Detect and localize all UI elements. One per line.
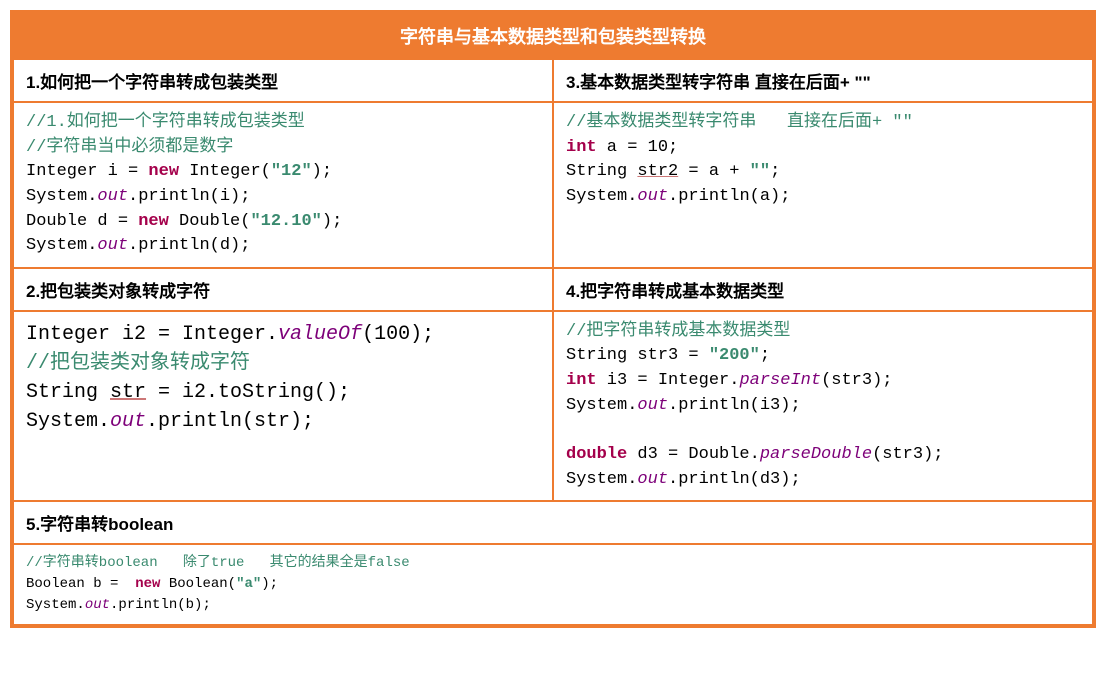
keyword: new [135, 576, 160, 592]
code-text: i3 = Integer. [597, 371, 740, 390]
code-text: = i2.toString(); [146, 381, 350, 404]
identifier: valueOf [278, 323, 362, 346]
string-literal: "a" [236, 576, 261, 592]
comment: false [368, 555, 410, 571]
section-2-code: Integer i2 = Integer.valueOf(100); //把包装… [13, 311, 553, 501]
variable: str [110, 381, 146, 404]
comment: //字符串当中必须都是数字 [26, 138, 233, 157]
content-grid: 1.如何把一个字符串转成包装类型 3.基本数据类型转字符串 直接在后面+ "" … [13, 59, 1093, 625]
code-text: Integer i = [26, 162, 148, 181]
identifier: out [97, 187, 128, 206]
code-text: .println(b); [110, 597, 211, 613]
document-container: 字符串与基本数据类型和包装类型转换 1.如何把一个字符串转成包装类型 3.基本数… [10, 10, 1096, 628]
section-4-heading: 4.把字符串转成基本数据类型 [553, 268, 1093, 311]
section-1-heading: 1.如何把一个字符串转成包装类型 [13, 59, 553, 102]
comment: //基本数据类型转字符串 直接在后面+ "" [566, 113, 913, 132]
code-text: System. [566, 470, 637, 489]
code-text: Boolean( [160, 576, 236, 592]
code-text: String [26, 381, 110, 404]
code-text: .println(a); [668, 187, 790, 206]
code-text: .println(d); [128, 236, 250, 255]
string-literal: "12" [271, 162, 312, 181]
identifier: out [110, 410, 146, 433]
code-block: //1.如何把一个字符串转成包装类型 //字符串当中必须都是数字 Integer… [26, 111, 540, 259]
comment: //1.如何把一个字符串转成包装类型 [26, 113, 305, 132]
keyword: int [566, 371, 597, 390]
code-block: //把字符串转成基本数据类型 String str3 = "200"; int … [566, 320, 1080, 492]
string-literal: "200" [709, 346, 760, 365]
identifier: parseInt [739, 371, 821, 390]
identifier: parseDouble [760, 445, 872, 464]
code-text: (str3); [821, 371, 892, 390]
identifier: out [637, 396, 668, 415]
section-3-heading: 3.基本数据类型转字符串 直接在后面+ "" [553, 59, 1093, 102]
code-text: a = 10; [597, 138, 679, 157]
code-text: .println(i3); [668, 396, 801, 415]
keyword: new [138, 212, 169, 231]
document-title: 字符串与基本数据类型和包装类型转换 [13, 13, 1093, 59]
section-4-code: //把字符串转成基本数据类型 String str3 = "200"; int … [553, 311, 1093, 501]
code-text: Double d = [26, 212, 138, 231]
code-text: (100); [362, 323, 434, 346]
code-text: Double( [169, 212, 251, 231]
code-text: System. [566, 187, 637, 206]
keyword: new [148, 162, 179, 181]
code-text: Integer i2 = Integer. [26, 323, 278, 346]
code-text: .println(str); [146, 410, 314, 433]
code-text: System. [566, 396, 637, 415]
keyword: double [566, 445, 627, 464]
code-text: .println(d3); [668, 470, 801, 489]
code-text: ); [312, 162, 332, 181]
code-block: Integer i2 = Integer.valueOf(100); //把包装… [26, 320, 540, 436]
keyword: int [566, 138, 597, 157]
code-text: Integer( [179, 162, 271, 181]
code-text: .println(i); [128, 187, 250, 206]
code-text: ; [760, 346, 770, 365]
code-text: String str3 = [566, 346, 709, 365]
identifier: out [97, 236, 128, 255]
string-literal: "12.10" [250, 212, 321, 231]
code-text: System. [26, 187, 97, 206]
section-5-code: //字符串转boolean 除了true 其它的结果全是false Boolea… [13, 544, 1093, 625]
code-text: System. [26, 410, 110, 433]
section-3-code: //基本数据类型转字符串 直接在后面+ "" int a = 10; Strin… [553, 102, 1093, 268]
identifier: out [637, 470, 668, 489]
comment: //把字符串转成基本数据类型 [566, 322, 790, 341]
code-text: d3 = Double. [627, 445, 760, 464]
code-text: System. [26, 597, 85, 613]
code-text: String [566, 162, 637, 181]
code-text: ); [261, 576, 278, 592]
comment: //字符串转boolean 除了 [26, 555, 211, 571]
code-text: (str3); [872, 445, 943, 464]
comment: 其它的结果全是 [244, 555, 367, 571]
comment: true [211, 555, 245, 571]
code-block: //字符串转boolean 除了true 其它的结果全是false Boolea… [26, 553, 1080, 616]
identifier: out [637, 187, 668, 206]
identifier: out [85, 597, 110, 613]
section-1-code: //1.如何把一个字符串转成包装类型 //字符串当中必须都是数字 Integer… [13, 102, 553, 268]
code-text: = a + [678, 162, 749, 181]
variable: str2 [637, 162, 678, 181]
code-text: ); [322, 212, 342, 231]
string-literal: "" [750, 162, 770, 181]
section-2-heading: 2.把包装类对象转成字符 [13, 268, 553, 311]
code-text: System. [26, 236, 97, 255]
code-text: ; [770, 162, 780, 181]
comment: //把包装类对象转成字符 [26, 352, 250, 375]
section-5-heading: 5.字符串转boolean [13, 501, 1093, 544]
code-block: //基本数据类型转字符串 直接在后面+ "" int a = 10; Strin… [566, 111, 1080, 210]
code-text: Boolean b = [26, 576, 135, 592]
